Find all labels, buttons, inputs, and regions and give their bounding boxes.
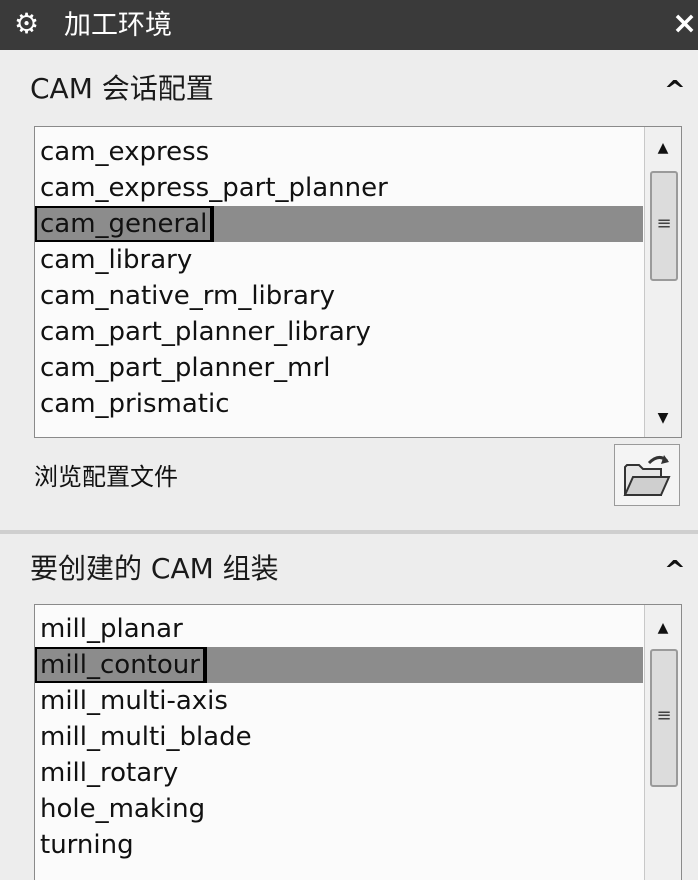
list-item[interactable]: turning xyxy=(35,827,643,863)
section-divider xyxy=(0,530,698,534)
collapse-chevron-icon[interactable]: ^ xyxy=(664,78,686,104)
scroll-up-arrow-icon[interactable]: ▲ xyxy=(645,141,681,155)
list-item[interactable]: cam_native_rm_library xyxy=(35,278,643,314)
title-bar: ⚙ 加工环境 × xyxy=(0,0,698,50)
scrollbar[interactable]: ▲ ≡ xyxy=(644,605,681,880)
list-item[interactable]: mill_multi_blade xyxy=(35,719,643,755)
collapse-chevron-icon[interactable]: ^ xyxy=(664,558,686,584)
list-item[interactable]: hole_making xyxy=(35,791,643,827)
list-item[interactable]: cam_express_part_planner xyxy=(35,170,643,206)
dialog-title: 加工环境 xyxy=(64,10,172,41)
list-item-selected[interactable]: cam_general xyxy=(35,206,643,242)
scrollbar[interactable]: ▲ ≡ ▼ xyxy=(644,127,681,437)
session-config-list[interactable]: cam_express cam_express_part_planner cam… xyxy=(34,126,682,438)
list-item[interactable]: cam_library xyxy=(35,242,643,278)
list-item[interactable]: mill_rotary xyxy=(35,755,643,791)
grip-icon: ≡ xyxy=(656,705,672,726)
list-item[interactable]: cam_part_planner_mrl xyxy=(35,350,643,386)
browse-config-button[interactable] xyxy=(614,444,680,506)
list-item[interactable]: cam_prismatic xyxy=(35,386,643,422)
list-item[interactable]: mill_multi-axis xyxy=(35,683,643,719)
grip-icon: ≡ xyxy=(656,213,672,234)
list-item[interactable]: cam_express xyxy=(35,134,643,170)
scroll-up-arrow-icon[interactable]: ▲ xyxy=(645,621,681,635)
list-item-selected[interactable]: mill_contour xyxy=(35,647,643,683)
close-icon[interactable]: × xyxy=(672,6,697,42)
session-config-title: CAM 会话配置 xyxy=(30,72,214,105)
list-item[interactable]: mill_planar xyxy=(35,611,643,647)
scrollbar-thumb[interactable]: ≡ xyxy=(650,649,678,787)
gear-icon[interactable]: ⚙ xyxy=(14,7,39,41)
session-config-header[interactable]: CAM 会话配置 ^ xyxy=(0,58,698,116)
setup-title: 要创建的 CAM 组装 xyxy=(30,552,279,585)
scrollbar-thumb[interactable]: ≡ xyxy=(650,171,678,281)
browse-config-label: 浏览配置文件 xyxy=(34,463,178,491)
open-folder-icon xyxy=(623,455,671,496)
setup-list[interactable]: mill_planar mill_contour mill_multi-axis… xyxy=(34,604,682,880)
setup-header[interactable]: 要创建的 CAM 组装 ^ xyxy=(0,538,698,596)
scroll-down-arrow-icon[interactable]: ▼ xyxy=(645,411,681,425)
list-item[interactable]: cam_part_planner_library xyxy=(35,314,643,350)
